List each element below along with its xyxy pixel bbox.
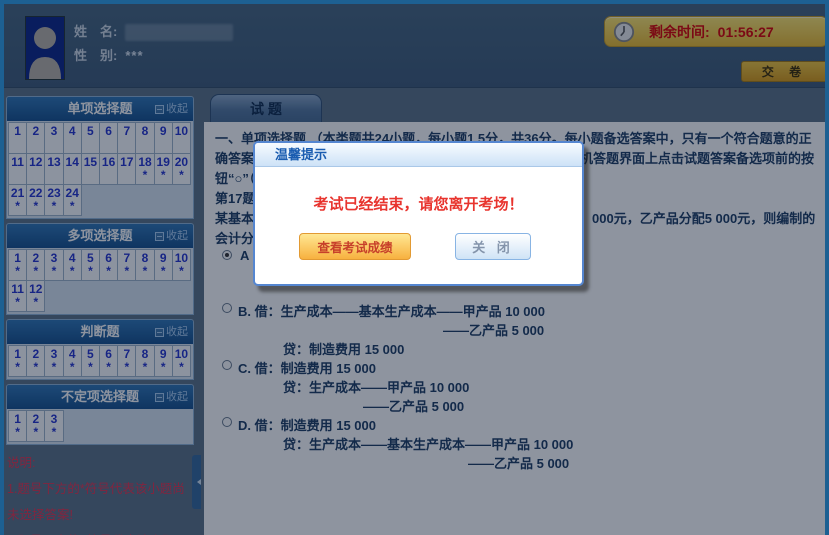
dialog-message: 考试已经结束，请您离开考场！ (255, 193, 582, 214)
exam-window: 姓 名: 性 别: *** 剩余时间: 01:56:27 交 卷 单项选择题收起… (0, 0, 829, 535)
close-dialog-button[interactable]: 关 闭 (455, 233, 531, 260)
notice-dialog: 温馨提示 考试已经结束，请您离开考场！ 查看考试成绩 关 闭 (253, 141, 584, 286)
view-exam-score-button[interactable]: 查看考试成绩 (299, 233, 411, 260)
dialog-title: 温馨提示 (255, 143, 582, 167)
